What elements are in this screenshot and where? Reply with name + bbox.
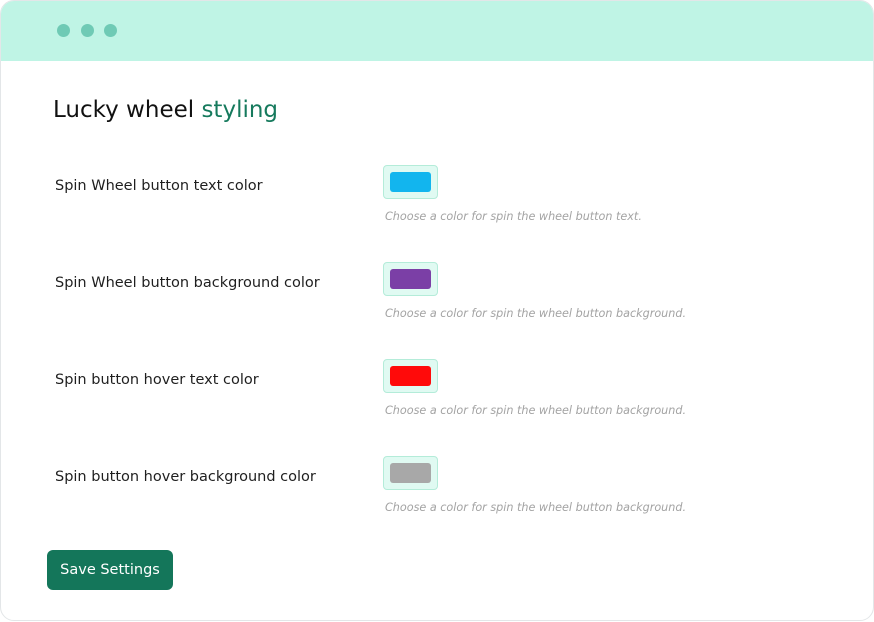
color-picker-hover-text[interactable] — [383, 359, 438, 393]
setting-row-hover-background-color: Spin button hover background color Choos… — [1, 456, 873, 526]
page-title-accent: styling — [201, 97, 279, 123]
setting-label: Spin Wheel button text color — [55, 178, 263, 194]
setting-label: Spin Wheel button background color — [55, 275, 320, 291]
setting-label: Spin button hover text color — [55, 372, 259, 388]
setting-row-hover-text-color: Spin button hover text color Choose a co… — [1, 359, 873, 429]
color-picker-hover-background[interactable] — [383, 456, 438, 490]
window-dot-icon — [57, 24, 70, 37]
color-swatch — [390, 172, 431, 192]
window-dot-icon — [104, 24, 117, 37]
color-picker-button-text[interactable] — [383, 165, 438, 199]
setting-row-button-background-color: Spin Wheel button background color Choos… — [1, 262, 873, 332]
setting-help-text: Choose a color for spin the wheel button… — [385, 404, 687, 417]
setting-label: Spin button hover background color — [55, 469, 316, 485]
window-dot-icon — [81, 24, 94, 37]
color-swatch — [390, 463, 431, 483]
color-swatch — [390, 366, 431, 386]
setting-row-button-text-color: Spin Wheel button text color Choose a co… — [1, 165, 873, 235]
color-picker-button-background[interactable] — [383, 262, 438, 296]
window-titlebar — [1, 1, 873, 61]
app-window: Lucky wheel styling Spin Wheel button te… — [0, 0, 874, 621]
setting-help-text: Choose a color for spin the wheel button… — [385, 307, 687, 320]
setting-help-text: Choose a color for spin the wheel button… — [385, 501, 687, 514]
page-title: Lucky wheel styling — [53, 97, 278, 123]
page-title-main: Lucky wheel — [53, 97, 195, 123]
color-swatch — [390, 269, 431, 289]
save-settings-button[interactable]: Save Settings — [47, 550, 173, 590]
setting-help-text: Choose a color for spin the wheel button… — [385, 210, 642, 223]
